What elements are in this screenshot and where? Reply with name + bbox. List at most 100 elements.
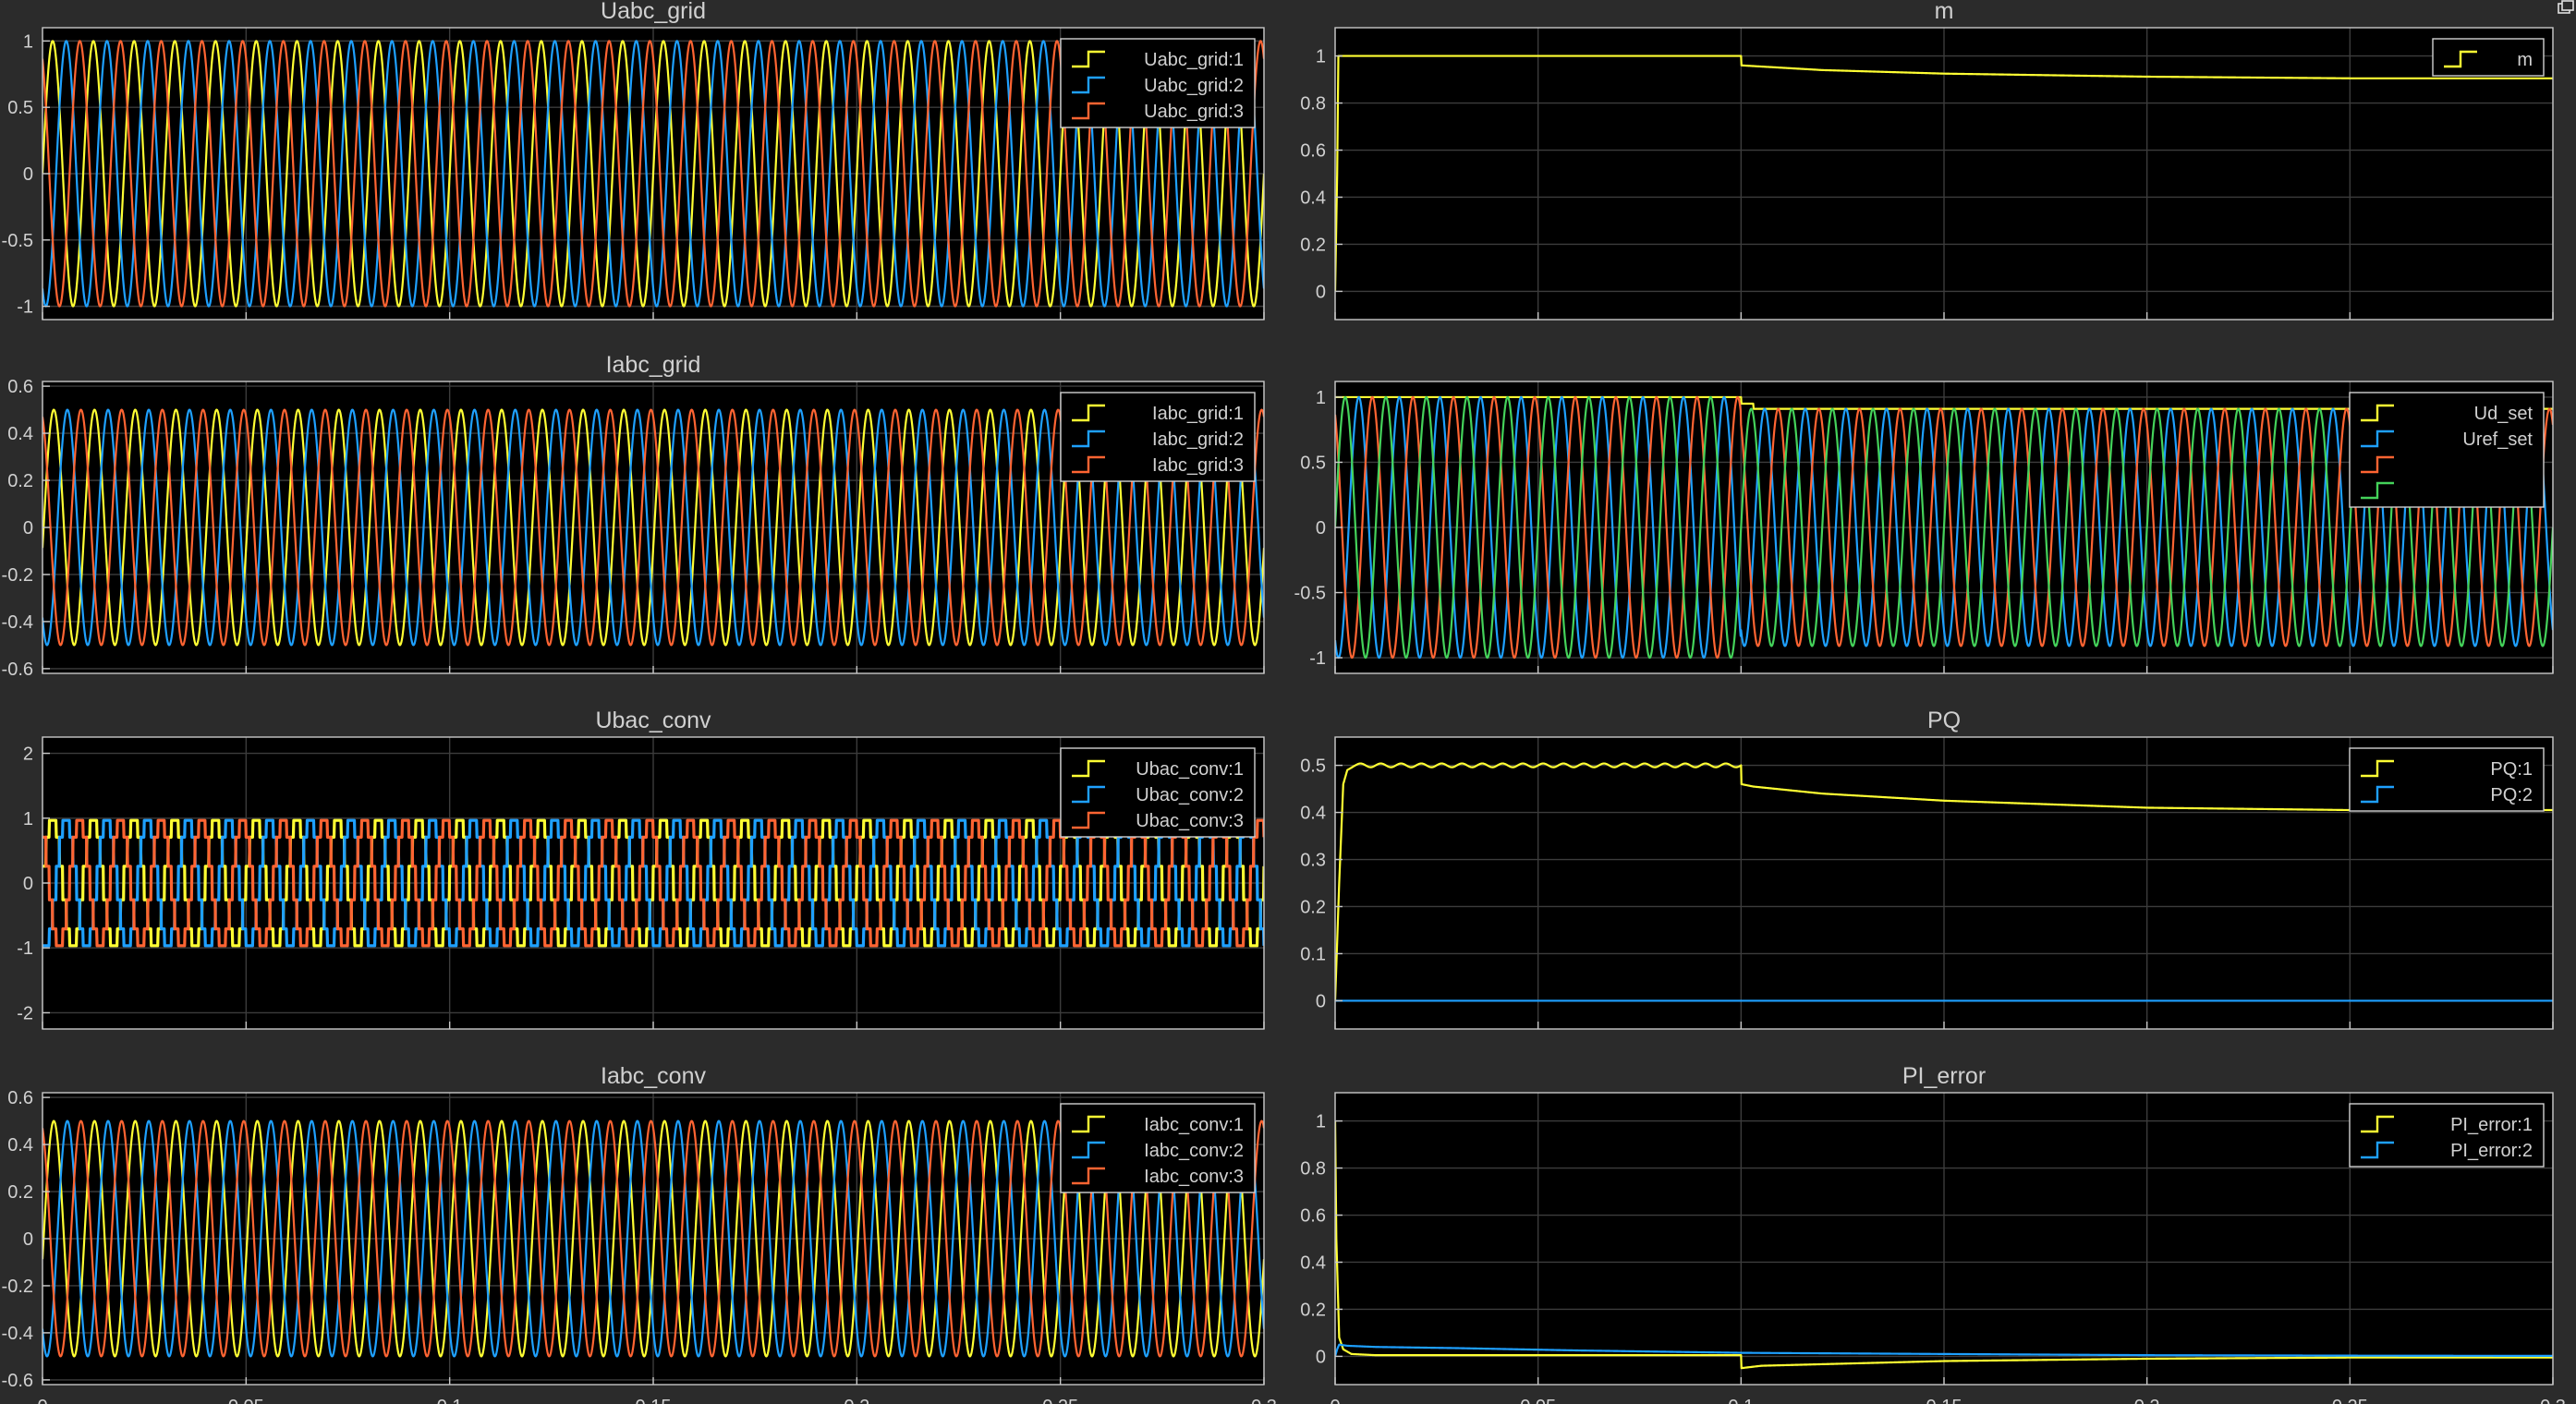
y-tick-label: 0 bbox=[23, 1229, 33, 1250]
y-tick-label: -0.2 bbox=[2, 1277, 33, 1297]
legend: Iabc_grid:1 Iabc_grid:2 Iabc_grid:3 bbox=[1060, 392, 1256, 482]
chart-pq: 0.5 0.4 0.3 0.2 0.1 0 PQ PQ:1 PQ:2 bbox=[1300, 708, 2554, 1030]
y-tick-label: 0.2 bbox=[1300, 1300, 1326, 1320]
x-tick-label: 0 bbox=[37, 1397, 47, 1404]
y-tick-label: 1 bbox=[1316, 1112, 1326, 1132]
y-tick-label: 0.4 bbox=[7, 1135, 33, 1156]
x-tick-label: 0.25 bbox=[1042, 1397, 1078, 1404]
chart-title: PI_error bbox=[1902, 1063, 1986, 1089]
legend-entry: Ubac_conv:2 bbox=[1136, 785, 1244, 805]
x-tick-label: 0.1 bbox=[1728, 1397, 1754, 1404]
y-tick-label: 1 bbox=[1316, 388, 1326, 408]
y-tick-label: 0.4 bbox=[1300, 188, 1326, 208]
x-tick-label: 0.05 bbox=[1520, 1397, 1556, 1404]
y-tick-label: 0 bbox=[23, 874, 33, 894]
chart-title: Iabc_grid bbox=[606, 352, 701, 378]
y-tick-label: 1 bbox=[23, 31, 33, 52]
undock-icon[interactable] bbox=[2556, 0, 2574, 17]
legend-entry: Iabc_conv:1 bbox=[1144, 1115, 1244, 1135]
chart-uabc_grid: 10.50-0.5-1Uabc_gridUabc_grid:1Uabc_grid… bbox=[2, 0, 1265, 321]
legend-entry: Uabc_grid:3 bbox=[1144, 102, 1244, 122]
legend-entry: Uabc_grid:1 bbox=[1144, 50, 1244, 70]
chart-ubac_conv: 210-1-2Ubac_convUbac_conv:1Ubac_conv:2Ub… bbox=[17, 708, 1265, 1030]
x-tick-label: 0.3 bbox=[2540, 1397, 2566, 1404]
legend-entry: PQ:2 bbox=[2490, 785, 2533, 805]
y-tick-label: -1 bbox=[17, 938, 33, 959]
y-tick-label: -0.2 bbox=[2, 565, 33, 586]
legend-entry: Ud_set bbox=[2474, 404, 2533, 424]
y-tick-label: 0.2 bbox=[7, 1182, 33, 1203]
x-tick-label: 0.2 bbox=[2134, 1397, 2160, 1404]
chart-title: Iabc_conv bbox=[601, 1063, 706, 1089]
legend: PI_error:1 PI_error:2 bbox=[2349, 1103, 2545, 1168]
chart-pi_error: 1 0.8 0.6 0.4 0.2 0 0 0.05 0.1 0.15 0.2 0.25 0.3 PI_e… bbox=[1300, 1063, 2566, 1404]
legend-entry: Iabc_conv:2 bbox=[1144, 1141, 1244, 1161]
y-tick-label: 0.2 bbox=[7, 471, 33, 491]
y-tick-label: 0.5 bbox=[7, 98, 33, 118]
chart-iabc_conv: 0.6 0.4 0.2 0 -0.2 -0.4 -0.6 0 0.05 0.1 0.15 0.2 0.2… bbox=[2, 1063, 1277, 1404]
y-tick-label: 0.4 bbox=[7, 424, 33, 444]
x-tick-label: 0 bbox=[1330, 1397, 1340, 1404]
y-tick-label: 0.4 bbox=[1300, 1253, 1326, 1273]
y-tick-label: 2 bbox=[23, 744, 33, 765]
chart-title: Ubac_conv bbox=[595, 708, 711, 733]
y-tick-label: 0.4 bbox=[1300, 804, 1326, 824]
legend: m bbox=[2432, 38, 2545, 77]
legend-entry: m bbox=[2517, 50, 2533, 70]
y-tick-label: -0.5 bbox=[1294, 584, 1326, 604]
y-tick-label: 0.3 bbox=[1300, 851, 1326, 871]
legend: Ubac_conv:1 Ubac_conv:2 Ubac_conv:3 bbox=[1060, 747, 1256, 838]
y-tick-label: -0.6 bbox=[2, 1371, 33, 1391]
x-tick-label: 0.15 bbox=[636, 1397, 672, 1404]
legend: Ud_set Uref_set bbox=[2349, 392, 2545, 508]
y-tick-label: 0.8 bbox=[1300, 94, 1326, 115]
x-tick-label: 0.2 bbox=[844, 1397, 869, 1404]
legend-entry: Ubac_conv:1 bbox=[1136, 759, 1244, 780]
legend-entry: PQ:1 bbox=[2490, 759, 2533, 780]
y-tick-label: 0 bbox=[1316, 282, 1326, 302]
chart-title: PQ bbox=[1927, 708, 1961, 733]
chart-ud_set: 1 0.5 0 -0.5 -1 Ud_set Uref_set bbox=[1294, 381, 2554, 674]
legend: PQ:1 PQ:2 bbox=[2349, 747, 2545, 812]
legend: Uabc_grid:1 Uabc_grid:2 Uabc_grid:3 bbox=[1060, 38, 1256, 128]
legend: Iabc_conv:1 Iabc_conv:2 Iabc_conv:3 bbox=[1060, 1103, 1256, 1193]
x-tick-label: 0.15 bbox=[1926, 1397, 1962, 1404]
y-tick-label: 0.6 bbox=[1300, 1206, 1326, 1227]
y-tick-label: -1 bbox=[17, 297, 33, 318]
y-tick-label: 0.6 bbox=[7, 1088, 33, 1108]
y-tick-label: 0.2 bbox=[1300, 897, 1326, 917]
legend-entry: Ubac_conv:3 bbox=[1136, 811, 1244, 831]
x-tick-label: 0.25 bbox=[2332, 1397, 2368, 1404]
y-tick-label: 0.8 bbox=[1300, 1159, 1326, 1180]
chart-title: Uabc_grid bbox=[601, 0, 706, 24]
y-tick-label: 0 bbox=[23, 164, 33, 185]
x-tick-label: 0.3 bbox=[1251, 1397, 1277, 1404]
y-tick-label: 0.5 bbox=[1300, 453, 1326, 473]
y-tick-label: -0.6 bbox=[2, 660, 33, 680]
y-tick-label: 0.6 bbox=[1300, 141, 1326, 162]
x-tick-label: 0.05 bbox=[228, 1397, 264, 1404]
legend-entry: Iabc_grid:1 bbox=[1152, 404, 1244, 424]
chart-title: m bbox=[1935, 0, 1954, 24]
y-tick-label: 0.6 bbox=[7, 377, 33, 397]
y-tick-label: 0 bbox=[1316, 1347, 1326, 1367]
legend-entry: Uref_set bbox=[2462, 430, 2533, 450]
y-tick-label: -0.5 bbox=[2, 231, 33, 251]
y-tick-label: 0.5 bbox=[1300, 756, 1326, 777]
y-tick-label: -0.4 bbox=[2, 612, 33, 633]
y-tick-label: 0.1 bbox=[1300, 944, 1326, 964]
legend-entry: PI_error:1 bbox=[2450, 1115, 2533, 1135]
legend-entry: Iabc_grid:2 bbox=[1152, 430, 1244, 450]
y-tick-label: -0.4 bbox=[2, 1324, 33, 1344]
scope-figure: 10.50-0.5-1Uabc_gridUabc_grid:1Uabc_grid… bbox=[2, 0, 2566, 1404]
y-tick-label: 0.2 bbox=[1300, 235, 1326, 255]
legend-entry: PI_error:2 bbox=[2450, 1141, 2533, 1161]
chart-iabc_grid: 0.6 0.4 0.2 0 -0.2 -0.4 -0.6 Iabc_grid Iabc_grid… bbox=[2, 352, 1265, 680]
y-tick-label: -1 bbox=[1309, 648, 1326, 669]
chart-m: 1 0.8 0.6 0.4 0.2 0 m m bbox=[1300, 0, 2554, 321]
x-tick-label: 0.1 bbox=[437, 1397, 463, 1404]
y-tick-label: 0 bbox=[1316, 991, 1326, 1011]
y-tick-label: 1 bbox=[23, 809, 33, 829]
y-tick-label: -2 bbox=[17, 1003, 33, 1023]
y-tick-label: 0 bbox=[1316, 518, 1326, 539]
